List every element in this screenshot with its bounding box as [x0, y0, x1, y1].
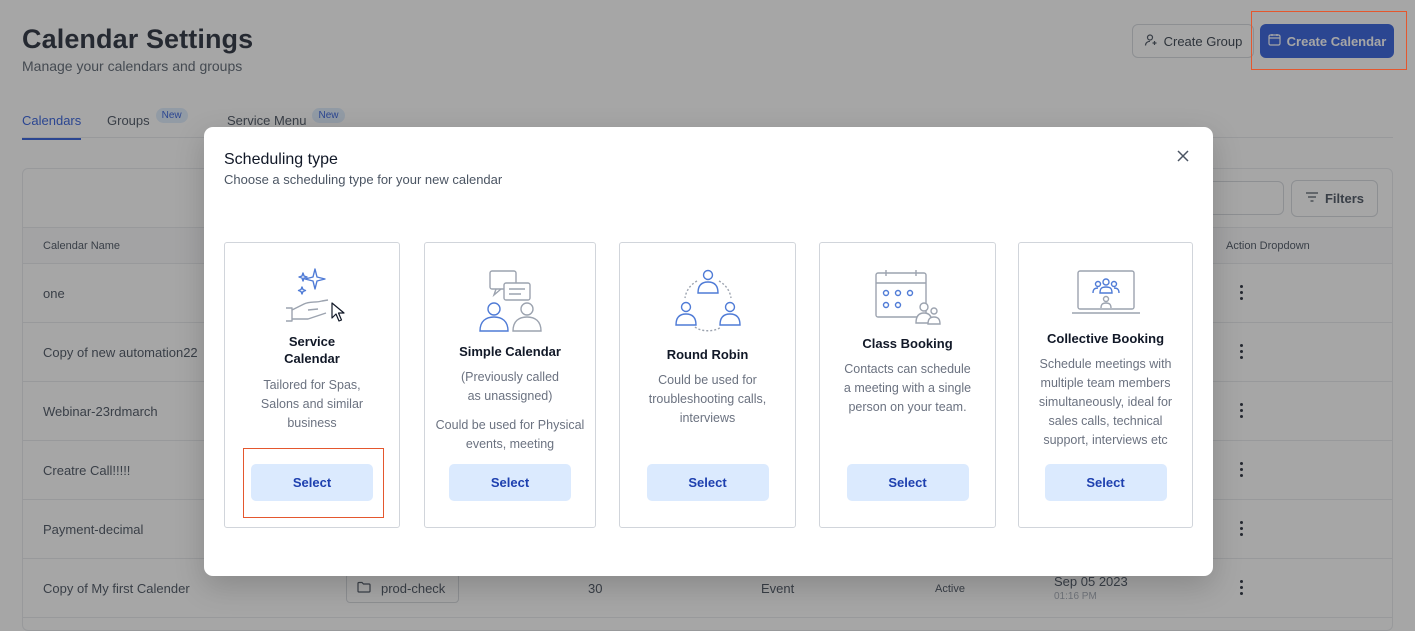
card-description: Could be used for troubleshooting calls, i…: [648, 373, 767, 425]
monitor-group-icon: [1019, 269, 1192, 321]
people-chat-icon: [425, 269, 595, 333]
card-title: Service Calendar: [284, 334, 340, 366]
card-title: Simple Calendar: [459, 344, 561, 359]
modal-subtitle: Choose a scheduling type for your new ca…: [224, 172, 503, 187]
select-class-booking-button[interactable]: Select: [846, 464, 969, 501]
card-collective-booking[interactable]: Collective Booking Schedule meetings wit…: [1018, 242, 1193, 528]
sparkle-hand-icon: [225, 267, 399, 325]
card-description: Contacts can schedule a meeting with a si…: [843, 362, 972, 414]
card-description: Schedule meetings with multiple team memb…: [1038, 357, 1173, 447]
card-title: Class Booking: [862, 336, 953, 351]
round-robin-icon: [620, 269, 795, 333]
select-simple-calendar-button[interactable]: Select: [449, 464, 571, 501]
select-collective-booking-button[interactable]: Select: [1044, 464, 1167, 501]
card-round-robin[interactable]: Round Robin Could be used for troubleshoo…: [619, 242, 796, 528]
close-icon[interactable]: [1175, 148, 1191, 164]
card-title: Round Robin: [666, 347, 749, 362]
annotation-highlight-create-calendar: [1251, 11, 1407, 70]
mouse-cursor-icon: [331, 302, 345, 327]
card-description: Tailored for Spas, Salons and similar busi…: [260, 378, 364, 430]
calendar-group-icon: [820, 269, 995, 327]
annotation-highlight-select-service: [243, 448, 384, 518]
card-class-booking[interactable]: Class Booking Contacts can schedule a mee…: [819, 242, 996, 528]
card-title: Collective Booking: [1046, 331, 1165, 346]
card-simple-calendar[interactable]: Simple Calendar (Previously called as una…: [424, 242, 596, 528]
modal-title: Scheduling type: [224, 151, 338, 168]
select-round-robin-button[interactable]: Select: [646, 464, 769, 501]
card-description: (Previously called as unassigned) Could be…: [435, 370, 585, 451]
